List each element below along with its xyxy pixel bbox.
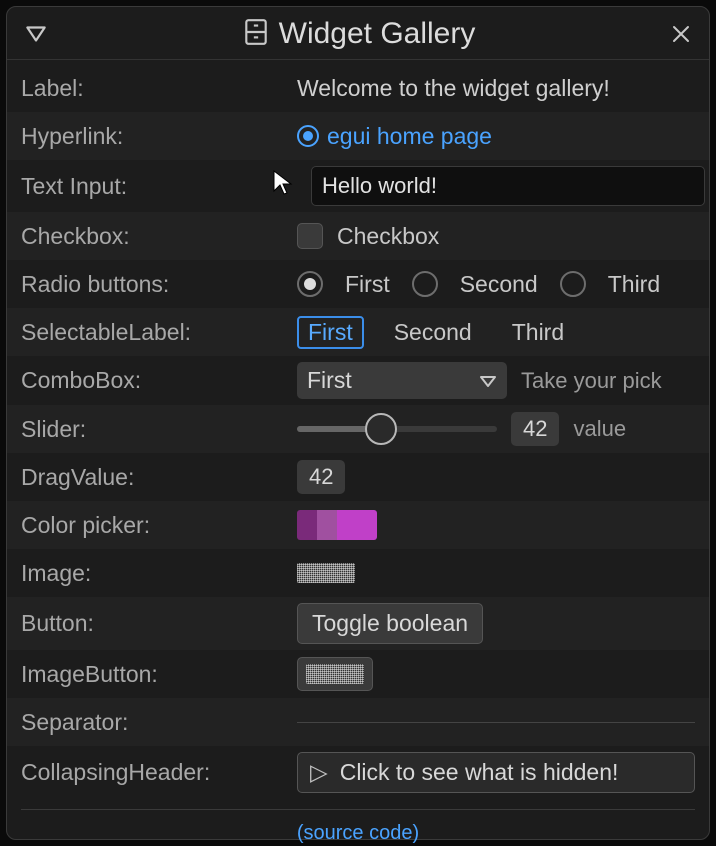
slider[interactable] <box>297 426 497 432</box>
image-button-icon <box>306 664 364 684</box>
label-key: Label: <box>21 75 297 102</box>
image-key: Image: <box>21 560 297 587</box>
checkbox[interactable] <box>297 223 323 249</box>
slider-key: Slider: <box>21 416 297 443</box>
combo-hint: Take your pick <box>521 368 662 394</box>
checkbox-label: Checkbox <box>337 223 439 250</box>
slider-value[interactable]: 42 <box>511 412 559 446</box>
drag-value[interactable]: 42 <box>297 460 345 494</box>
selectable-third[interactable]: Third <box>502 317 574 348</box>
hyperlink[interactable]: egui home page <box>297 123 492 150</box>
collapse-key: CollapsingHeader: <box>21 759 297 786</box>
radios-key: Radio buttons: <box>21 271 297 298</box>
chevron-down-icon <box>479 367 497 394</box>
combobox[interactable]: First <box>297 362 507 399</box>
button-key: Button: <box>21 610 297 637</box>
slider-thumb[interactable] <box>365 413 397 445</box>
collapse-triangle-icon[interactable] <box>23 21 49 47</box>
textinput-key: Text Input: <box>21 173 297 200</box>
radio-first-label: First <box>345 271 390 298</box>
source-code-link[interactable]: (source code) <box>297 822 419 844</box>
image <box>297 563 355 583</box>
label-value: Welcome to the widget gallery! <box>297 75 610 102</box>
checkbox-key: Checkbox: <box>21 223 297 250</box>
radio-second-label: Second <box>460 271 538 298</box>
radio-third[interactable] <box>560 271 586 297</box>
slider-suffix: value <box>573 416 626 442</box>
text-input[interactable] <box>311 166 705 206</box>
hyperlink-text: egui home page <box>327 123 492 150</box>
selectable-key: SelectableLabel: <box>21 319 297 346</box>
separator-key: Separator: <box>21 709 297 736</box>
color-picker[interactable] <box>297 510 377 540</box>
window: Widget Gallery Label: Welcome to the wid… <box>6 6 710 840</box>
radio-second[interactable] <box>412 271 438 297</box>
selectable-second[interactable]: Second <box>384 317 482 348</box>
collapsing-header[interactable]: ▷ Click to see what is hidden! <box>297 752 695 793</box>
separator <box>297 722 695 723</box>
body: Label: Welcome to the widget gallery! Hy… <box>7 60 709 846</box>
close-icon[interactable] <box>669 22 693 46</box>
hyperlink-key: Hyperlink: <box>21 123 297 150</box>
toggle-button[interactable]: Toggle boolean <box>297 603 483 644</box>
triangle-right-icon: ▷ <box>310 759 328 786</box>
combobox-value: First <box>307 367 352 394</box>
radio-first[interactable] <box>297 271 323 297</box>
window-title: Widget Gallery <box>279 17 476 51</box>
footer-separator <box>21 809 695 810</box>
drag-key: DragValue: <box>21 464 297 491</box>
color-key: Color picker: <box>21 512 297 539</box>
titlebar: Widget Gallery <box>7 7 709 60</box>
collapse-label: Click to see what is hidden! <box>340 759 619 786</box>
combo-key: ComboBox: <box>21 367 297 394</box>
github-icon <box>297 125 319 147</box>
selectable-first[interactable]: First <box>297 316 364 349</box>
archive-icon <box>243 18 269 51</box>
radio-third-label: Third <box>608 271 660 298</box>
imagebutton-key: ImageButton: <box>21 661 297 688</box>
image-button[interactable] <box>297 657 373 691</box>
